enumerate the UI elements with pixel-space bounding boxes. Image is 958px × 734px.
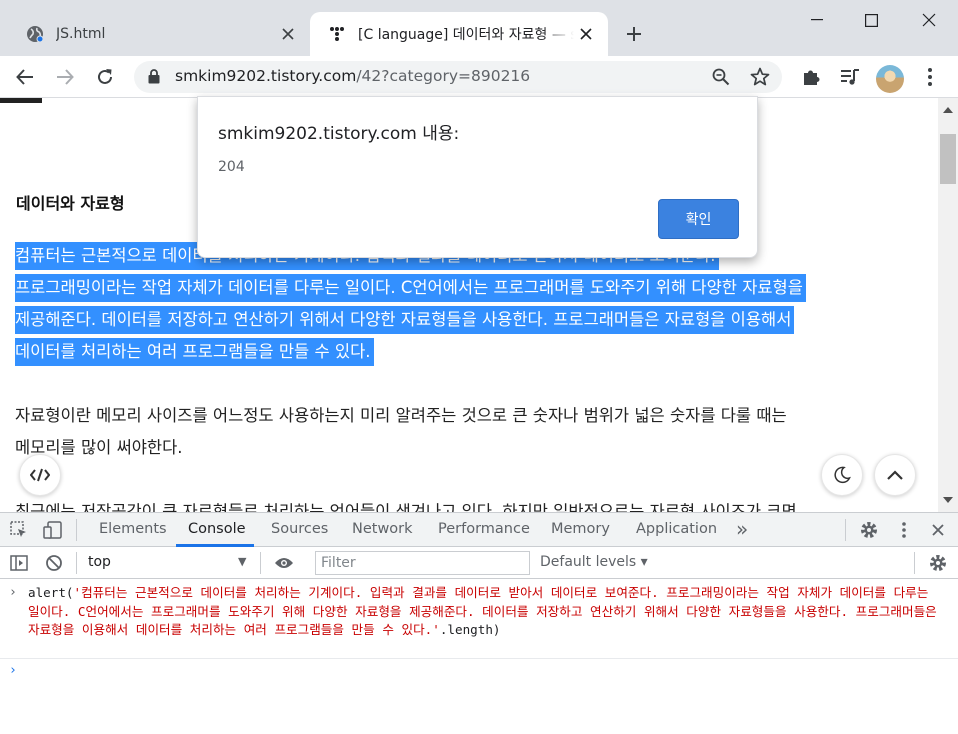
- tab-memory[interactable]: Memory: [551, 521, 610, 537]
- puzzle-icon: [804, 70, 820, 85]
- scroll-down-arrow-icon: [943, 497, 953, 503]
- tab-application[interactable]: Application: [636, 521, 717, 537]
- code-function: alert(: [28, 585, 74, 600]
- console-toolbar: top ▼ Filter Default levels ▾: [0, 547, 958, 579]
- url-host: smkim9202.tistory.com: [175, 67, 357, 85]
- back-button[interactable]: [9, 61, 41, 93]
- tab-title: JS.html: [56, 26, 106, 42]
- chrome-menu-button[interactable]: [914, 61, 946, 93]
- extensions-button[interactable]: [795, 61, 827, 93]
- code-view-button[interactable]: [19, 454, 61, 496]
- eye-icon[interactable]: [273, 552, 295, 574]
- divider: [260, 552, 261, 574]
- selected-text-line: 데이터를 처리하는 여러 프로그램들을 만들 수 있다.: [15, 338, 374, 366]
- arrow-right-icon: [57, 69, 74, 85]
- lock-icon[interactable]: [148, 69, 160, 88]
- selected-text-line: 프로그래밍이라는 작업 자체가 데이터를 다루는 일이다. C언어에서는 프로그…: [15, 274, 806, 302]
- tab-performance[interactable]: Performance: [438, 521, 530, 537]
- tab-sources[interactable]: Sources: [271, 521, 328, 537]
- code-icon: [30, 468, 50, 482]
- paragraph: 최근에는 저장공간이 큰 자료형들로 처리하는 언어들이 생겨나고 있다. 하지…: [15, 496, 797, 512]
- tab-tistory-article[interactable]: [C language] 데이터와 자료형 — smkim9202: [310, 12, 608, 56]
- console-settings-gear-icon[interactable]: [927, 552, 949, 574]
- address-bar[interactable]: smkim9202.tistory.com/42?category=890216: [134, 61, 782, 93]
- more-tabs-button[interactable]: »: [736, 517, 748, 541]
- tab-elements[interactable]: Elements: [99, 521, 167, 537]
- selected-text-line: 제공해준다. 데이터를 저장하고 연산하기 위해서 다양한 자료형들을 사용한다…: [15, 306, 795, 334]
- alert-dialog: smkim9202.tistory.com 내용: 204 확인: [197, 96, 758, 258]
- chevron-up-icon: [887, 470, 903, 480]
- moon-icon: [834, 466, 851, 484]
- paragraph-line: 최근에는 저장공간이 큰 자료형들로 처리하는 언어들이 생겨나고 있다. 하지…: [15, 502, 797, 512]
- dialog-message: 204: [218, 159, 245, 175]
- reload-button[interactable]: [89, 61, 121, 93]
- device-toolbar-icon[interactable]: [42, 519, 64, 541]
- close-devtools-icon[interactable]: [927, 519, 949, 541]
- clear-console-icon[interactable]: [43, 552, 65, 574]
- sidebar-toggle-icon[interactable]: [8, 552, 30, 574]
- divider: [76, 552, 77, 574]
- maximize-button[interactable]: [848, 4, 894, 36]
- browser-toolbar: smkim9202.tistory.com/42?category=890216: [0, 56, 958, 98]
- kebab-menu-icon: [928, 68, 932, 86]
- close-tab-icon[interactable]: [574, 22, 598, 46]
- article-heading: 데이터와 자료형: [16, 194, 125, 213]
- close-window-button[interactable]: [906, 4, 952, 36]
- dark-mode-button[interactable]: [821, 454, 863, 496]
- console-command[interactable]: alert('컴퓨터는 근본적으로 데이터를 처리하는 기계이다. 입력과 결과…: [28, 584, 943, 640]
- page-header-bar: [0, 98, 42, 103]
- playlist-icon: [841, 69, 859, 85]
- divider: [76, 519, 77, 541]
- devtools-menu-icon[interactable]: [893, 519, 915, 541]
- reload-icon: [98, 69, 112, 84]
- tab-network[interactable]: Network: [352, 521, 413, 537]
- url-text[interactable]: smkim9202.tistory.com/42?category=890216: [175, 67, 530, 85]
- media-control-button[interactable]: [834, 61, 866, 93]
- profile-avatar[interactable]: [876, 65, 904, 93]
- input-chevron-icon: ›: [9, 585, 17, 600]
- close-icon: [922, 13, 936, 27]
- new-tab-button[interactable]: [620, 20, 648, 48]
- log-levels-dropdown[interactable]: Default levels ▾: [540, 554, 648, 570]
- console-prompt-icon[interactable]: ›: [9, 663, 17, 678]
- zoom-icon[interactable]: [709, 65, 733, 89]
- paragraph-line: 메모리를 많이 써야한다.: [15, 438, 183, 457]
- scroll-top-button[interactable]: [874, 454, 916, 496]
- url-path: /42?category=890216: [356, 67, 531, 85]
- tistory-icon: [326, 23, 348, 45]
- settings-gear-icon[interactable]: [858, 519, 880, 541]
- dialog-title: smkim9202.tistory.com 내용:: [218, 124, 460, 144]
- ok-button[interactable]: 확인: [658, 199, 739, 239]
- devtools-tab-bar: Elements Console Sources Network Perform…: [0, 513, 958, 547]
- scroll-up-arrow-icon: [943, 107, 953, 113]
- maximize-icon: [864, 13, 878, 27]
- inspect-element-icon[interactable]: [8, 519, 30, 541]
- devtools-panel: Elements Console Sources Network Perform…: [0, 512, 958, 734]
- globe-icon: [24, 23, 46, 45]
- page-scrollbar[interactable]: [938, 98, 958, 512]
- divider: [845, 519, 846, 541]
- dropdown-arrow-icon[interactable]: ▼: [238, 555, 246, 568]
- console-entry: › alert('컴퓨터는 근본적으로 데이터를 처리하는 기계이다. 입력과 …: [0, 579, 958, 659]
- tab-title: [C language] 데이터와 자료형 — smkim9202: [358, 27, 574, 43]
- close-tab-icon[interactable]: [276, 22, 300, 46]
- console-filter-input[interactable]: Filter: [315, 551, 530, 575]
- plus-icon: [627, 27, 641, 41]
- divider: [914, 552, 915, 574]
- tab-js-html[interactable]: JS.html: [8, 12, 310, 56]
- minimize-button[interactable]: [794, 4, 840, 36]
- arrow-left-icon: [16, 69, 33, 85]
- tab-console[interactable]: Console: [188, 521, 246, 537]
- paragraph-line: 자료형이란 메모리 사이즈를 어느정도 사용하는지 미리 알려주는 것으로 큰 …: [15, 406, 787, 425]
- scrollbar-thumb[interactable]: [940, 134, 956, 184]
- selected-paragraph: 컴퓨터는 근본적으로 데이터를 처리하는 기계이다. 입력과 결과를 데이터로 …: [15, 240, 806, 368]
- context-selector[interactable]: top: [88, 554, 111, 570]
- tab-strip: JS.html [C language] 데이터와 자료형 — smkim920…: [0, 0, 958, 56]
- code-tail: .length): [439, 622, 501, 637]
- bookmark-star-icon[interactable]: [748, 65, 772, 89]
- minimize-icon: [811, 19, 823, 21]
- paragraph: 자료형이란 메모리 사이즈를 어느정도 사용하는지 미리 알려주는 것으로 큰 …: [15, 400, 787, 464]
- forward-button[interactable]: [49, 61, 81, 93]
